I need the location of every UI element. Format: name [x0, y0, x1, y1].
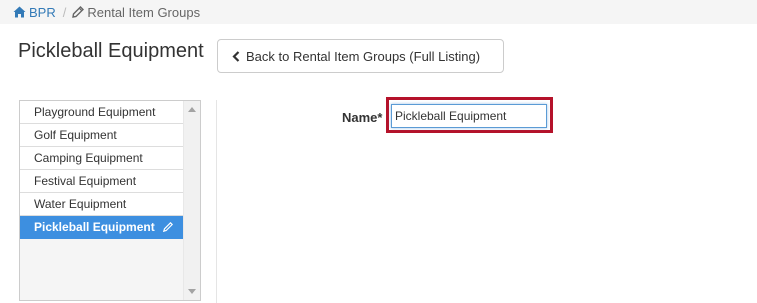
list-item[interactable]: Festival Equipment [20, 170, 183, 193]
list-item[interactable]: Golf Equipment [20, 124, 183, 147]
list-item[interactable]: Playground Equipment [20, 101, 183, 124]
list-item-active[interactable]: Pickleball Equipment [20, 216, 183, 239]
list-item-label: Festival Equipment [34, 174, 137, 188]
list-item-label: Golf Equipment [34, 128, 117, 142]
list-scrollbar[interactable] [183, 101, 200, 300]
breadcrumb-current-label: Rental Item Groups [87, 4, 201, 20]
name-input[interactable] [391, 104, 547, 128]
chevron-left-icon [232, 50, 240, 62]
group-list: Playground Equipment Golf Equipment Camp… [19, 100, 201, 301]
scroll-down-arrow-icon[interactable] [188, 289, 196, 294]
name-field-label: Name* [342, 110, 382, 125]
name-label-text: Name [342, 110, 378, 125]
home-icon [13, 6, 26, 18]
breadcrumb-separator: / [62, 4, 67, 20]
list-item[interactable]: Camping Equipment [20, 147, 183, 170]
pencil-icon [72, 6, 85, 18]
breadcrumb-home-label: BPR [29, 4, 56, 20]
back-button-label: Back to Rental Item Groups (Full Listing… [246, 48, 481, 64]
scroll-up-arrow-icon[interactable] [188, 107, 196, 112]
panel-divider [216, 100, 217, 303]
list-item-label: Playground Equipment [34, 105, 156, 119]
breadcrumb-current: Rental Item Groups [72, 5, 200, 20]
back-to-listing-button[interactable]: Back to Rental Item Groups (Full Listing… [217, 39, 504, 73]
list-item[interactable]: Water Equipment [20, 193, 183, 216]
pencil-icon[interactable] [162, 222, 173, 232]
list-item-label: Water Equipment [34, 197, 127, 211]
list-item-label: Pickleball Equipment [34, 220, 155, 234]
required-mark: * [377, 110, 383, 125]
list-item-label: Camping Equipment [34, 151, 143, 165]
page-title: Pickleball Equipment [18, 40, 204, 62]
breadcrumb-home-link[interactable]: BPR [13, 5, 56, 20]
breadcrumb: BPR / Rental Item Groups [0, 0, 757, 24]
